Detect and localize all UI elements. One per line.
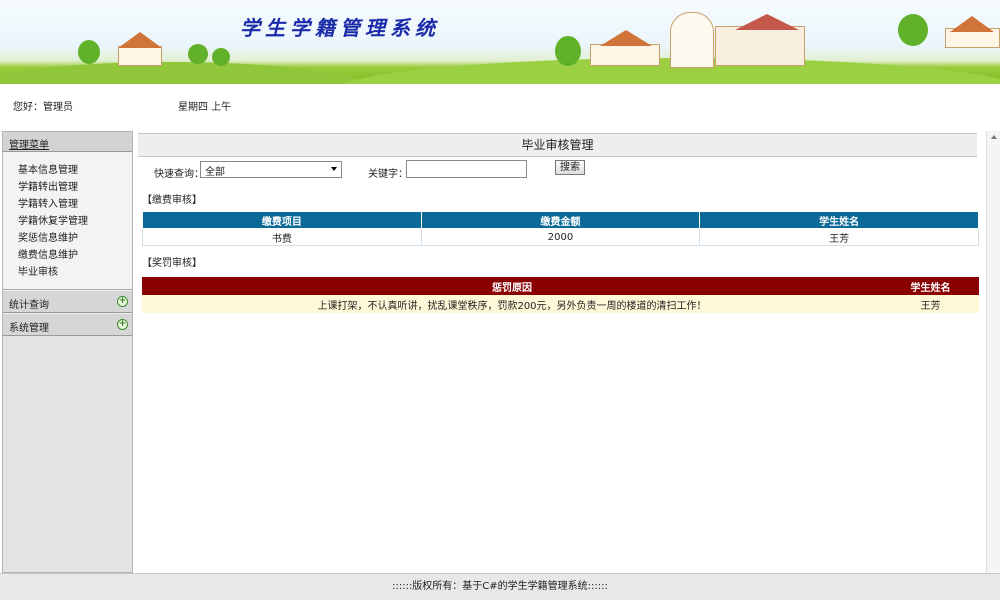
- menu-item-transfer-in[interactable]: 学籍转入管理: [18, 196, 132, 213]
- menu-group-system[interactable]: 系统管理 +: [3, 313, 132, 336]
- greeting-date: 星期四 上午: [178, 102, 232, 113]
- table-cell: 王芳: [699, 228, 979, 246]
- table-cell: 上课打架，不认真听讲，扰乱课堂秩序，罚款200元，另外负责一周的楼道的清扫工作！: [142, 295, 882, 313]
- menu-item-fees[interactable]: 缴费信息维护: [18, 247, 132, 264]
- expand-icon[interactable]: +: [117, 296, 128, 307]
- footer: ::::::版权所有：基于C#的学生学籍管理系统::::::: [0, 573, 1000, 600]
- quick-query-label: 快速查询：: [154, 169, 204, 180]
- expand-icon[interactable]: +: [117, 319, 128, 330]
- table-header-row: 缴费项目 缴费金额 学生姓名: [142, 211, 979, 229]
- column-header: 缴费项目: [142, 211, 422, 229]
- greeting-bar: 您好：管理员 星期四 上午: [0, 84, 1000, 130]
- column-header: 学生姓名: [882, 277, 979, 295]
- column-header: 惩罚原因: [142, 277, 882, 295]
- table-header-row: 惩罚原因 学生姓名: [142, 277, 979, 295]
- greeting-user: 您好：管理员: [13, 102, 73, 113]
- column-header: 缴费金额: [420, 211, 701, 229]
- app-title: 学生学籍管理系统: [240, 16, 440, 40]
- menu-items: 基本信息管理 学籍转出管理 学籍转入管理 学籍休复学管理 奖惩信息维护 缴费信息…: [3, 152, 132, 290]
- table-row[interactable]: 书费 2000 王芳: [142, 228, 979, 246]
- menu-item-basic-info[interactable]: 基本信息管理: [18, 162, 132, 179]
- search-button[interactable]: 搜索: [555, 160, 585, 175]
- menu-header[interactable]: 管理菜单: [3, 132, 132, 152]
- table-cell: 2000: [420, 228, 701, 246]
- header-banner: 学生学籍管理系统: [0, 0, 1000, 84]
- left-menu: 管理菜单 基本信息管理 学籍转出管理 学籍转入管理 学籍休复学管理 奖惩信息维护…: [2, 131, 133, 573]
- menu-item-suspension[interactable]: 学籍休复学管理: [18, 213, 132, 230]
- menu-group-label: 统计查询: [9, 300, 49, 311]
- reward-table: 惩罚原因 学生姓名 上课打架，不认真听讲，扰乱课堂秩序，罚款200元，另外负责一…: [142, 277, 979, 313]
- fee-section-label: 【缴费审核】: [142, 195, 202, 206]
- filter-bar: 快速查询： 全部 关键字： 搜索: [138, 157, 977, 183]
- menu-group-statistics[interactable]: 统计查询 +: [3, 290, 132, 313]
- keyword-label: 关键字：: [368, 169, 408, 180]
- main-content: 毕业审核管理 快速查询： 全部 关键字： 搜索 【缴费审核】 缴费项目 缴费金额…: [138, 133, 979, 313]
- fee-table: 缴费项目 缴费金额 学生姓名 书费 2000 王芳: [142, 211, 979, 246]
- vertical-scrollbar[interactable]: [986, 131, 1000, 573]
- menu-group-label: 系统管理: [9, 323, 49, 334]
- menu-item-transfer-out[interactable]: 学籍转出管理: [18, 179, 132, 196]
- keyword-input[interactable]: [406, 160, 527, 178]
- scroll-up-icon[interactable]: [990, 135, 997, 139]
- reward-section-label: 【奖罚审核】: [142, 258, 202, 269]
- quick-query-select[interactable]: 全部: [200, 161, 342, 178]
- chevron-down-icon: [331, 167, 337, 171]
- menu-item-rewards[interactable]: 奖惩信息维护: [18, 230, 132, 247]
- quick-query-value: 全部: [205, 167, 225, 178]
- menu-item-graduation[interactable]: 毕业审核: [18, 264, 132, 281]
- page-title: 毕业审核管理: [138, 133, 977, 157]
- table-cell: 书费: [142, 228, 422, 246]
- table-cell: 王芳: [882, 295, 979, 313]
- column-header: 学生姓名: [699, 211, 979, 229]
- table-row[interactable]: 上课打架，不认真听讲，扰乱课堂秩序，罚款200元，另外负责一周的楼道的清扫工作！…: [142, 295, 979, 313]
